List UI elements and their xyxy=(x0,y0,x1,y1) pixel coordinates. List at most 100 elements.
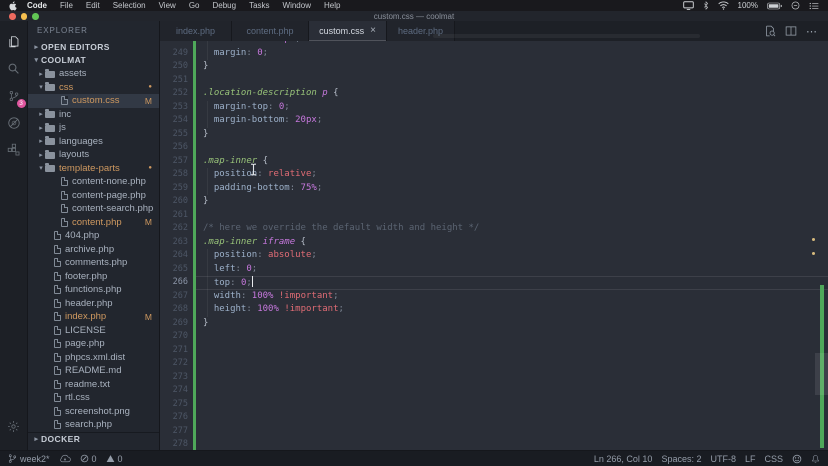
status-language-mode[interactable]: CSS xyxy=(764,454,783,464)
code-line[interactable]: 276 xyxy=(160,411,828,425)
tab-bar-scrollbar[interactable] xyxy=(433,34,700,38)
code-line[interactable]: 252.location-description p { xyxy=(160,87,828,101)
menu-window[interactable]: Window xyxy=(283,1,311,10)
code-line[interactable]: 257.map-inner { xyxy=(160,155,828,169)
tree-folder-layouts[interactable]: ▸layouts xyxy=(28,148,159,162)
code-line[interactable]: 272 xyxy=(160,357,828,371)
code-line[interactable]: 260} xyxy=(160,195,828,209)
tree-file-phpcs.xml.dist[interactable]: phpcs.xml.dist xyxy=(28,351,159,365)
tree-file-content.php[interactable]: content.phpM xyxy=(28,216,159,230)
tree-folder-css[interactable]: ▾css● xyxy=(28,81,159,95)
status-errors[interactable]: 0 xyxy=(80,454,97,464)
line-number[interactable]: 251 xyxy=(160,74,188,88)
split-editor-icon[interactable] xyxy=(785,25,797,37)
menu-help[interactable]: Help xyxy=(324,1,340,10)
status-sync[interactable] xyxy=(59,454,71,463)
line-number[interactable]: 268 xyxy=(160,303,188,317)
tree-file-functions.php[interactable]: functions.php xyxy=(28,283,159,297)
status-indentation[interactable]: Spaces: 2 xyxy=(661,454,701,464)
menu-debug[interactable]: Debug xyxy=(212,1,236,10)
line-number[interactable]: 274 xyxy=(160,384,188,398)
status-encoding[interactable]: UTF-8 xyxy=(710,454,736,464)
editor-scrollbar[interactable] xyxy=(815,353,828,395)
status-cursor-position[interactable]: Ln 266, Col 10 xyxy=(594,454,653,464)
zoom-window-button[interactable] xyxy=(32,13,39,20)
tree-folder-assets[interactable]: ▸assets xyxy=(28,67,159,81)
code-line[interactable]: 261 xyxy=(160,209,828,223)
line-number[interactable]: 273 xyxy=(160,371,188,385)
tab-index.php[interactable]: index.php xyxy=(160,21,232,41)
line-number[interactable]: 278 xyxy=(160,438,188,450)
tree-file-header.php[interactable]: header.php xyxy=(28,297,159,311)
line-number[interactable]: 266 xyxy=(160,276,188,290)
menu-view[interactable]: View xyxy=(159,1,176,10)
wifi-icon[interactable] xyxy=(718,1,729,10)
tree-file-content-none.php[interactable]: content-none.php xyxy=(28,175,159,189)
tree-folder-template-parts[interactable]: ▾template-parts● xyxy=(28,162,159,176)
line-number[interactable]: 250 xyxy=(160,60,188,74)
line-number[interactable]: 262 xyxy=(160,222,188,236)
code-line[interactable]: 275 xyxy=(160,398,828,412)
sidebar-section-coolmat[interactable]: ▾COOLMAT xyxy=(28,54,159,68)
code-line[interactable]: 271 xyxy=(160,344,828,358)
tree-file-comments.php[interactable]: comments.php xyxy=(28,256,159,270)
tree-folder-languages[interactable]: ▸languages xyxy=(28,135,159,149)
activity-source-control-icon[interactable]: 3 xyxy=(0,82,28,109)
code-line[interactable]: 278 xyxy=(160,438,828,450)
code-line[interactable]: 255} xyxy=(160,128,828,142)
tree-folder-js[interactable]: ▸js xyxy=(28,121,159,135)
line-number[interactable]: 256 xyxy=(160,141,188,155)
status-feedback[interactable] xyxy=(792,454,802,464)
line-number[interactable]: 276 xyxy=(160,411,188,425)
line-number[interactable]: 255 xyxy=(160,128,188,142)
line-number[interactable]: 261 xyxy=(160,209,188,223)
code-line[interactable]: 249 margin: 0; xyxy=(160,47,828,61)
line-number[interactable]: 264 xyxy=(160,249,188,263)
status-git-branch[interactable]: week2* xyxy=(8,453,50,464)
tab-custom.css[interactable]: custom.css× xyxy=(309,21,387,41)
activity-search-icon[interactable] xyxy=(0,55,28,82)
code-line[interactable]: 256 xyxy=(160,141,828,155)
code-line[interactable]: 265 left: 0; xyxy=(160,263,828,277)
tree-file-content-page.php[interactable]: content-page.php xyxy=(28,189,159,203)
menu-tasks[interactable]: Tasks xyxy=(249,1,269,10)
code-line[interactable]: 263.map-inner iframe { xyxy=(160,236,828,250)
code-line[interactable]: 250} xyxy=(160,60,828,74)
tree-file-license[interactable]: LICENSE xyxy=(28,324,159,338)
tree-file-rtl.css[interactable]: rtl.css xyxy=(28,391,159,405)
menu-file[interactable]: File xyxy=(60,1,73,10)
code-line[interactable]: 267 width: 100% !important; xyxy=(160,290,828,304)
tree-file-custom.css[interactable]: custom.cssM xyxy=(28,94,159,108)
tree-file-page.php[interactable]: page.php xyxy=(28,337,159,351)
line-number[interactable]: 269 xyxy=(160,317,188,331)
line-number[interactable]: 253 xyxy=(160,101,188,115)
tree-folder-inc[interactable]: ▸inc xyxy=(28,108,159,122)
more-actions-icon[interactable]: ⋯ xyxy=(806,25,818,38)
line-number[interactable]: 258 xyxy=(160,168,188,182)
activity-explorer-icon[interactable] xyxy=(0,28,28,55)
tree-file-404.php[interactable]: 404.php xyxy=(28,229,159,243)
line-number[interactable]: 249 xyxy=(160,47,188,61)
line-number[interactable]: 267 xyxy=(160,290,188,304)
code-line[interactable]: 264 position: absolute; xyxy=(160,249,828,263)
sidebar-section-docker[interactable]: ▸DOCKER xyxy=(28,432,159,446)
code-line[interactable]: 258 position: relative; xyxy=(160,168,828,182)
line-number[interactable]: 254 xyxy=(160,114,188,128)
line-number[interactable]: 259 xyxy=(160,182,188,196)
code-line[interactable]: 268 height: 100% !important; xyxy=(160,303,828,317)
tree-file-archive.php[interactable]: archive.php xyxy=(28,243,159,257)
tree-file-readme.md[interactable]: README.md xyxy=(28,364,159,378)
menu-edit[interactable]: Edit xyxy=(86,1,100,10)
bluetooth-icon[interactable] xyxy=(703,1,709,10)
line-number[interactable]: 263 xyxy=(160,236,188,250)
battery-level[interactable]: 100% xyxy=(738,1,758,10)
minimize-window-button[interactable] xyxy=(21,13,28,20)
status-eol[interactable]: LF xyxy=(745,454,756,464)
status-notifications[interactable] xyxy=(811,454,820,464)
line-number[interactable]: 260 xyxy=(160,195,188,209)
line-number[interactable]: 271 xyxy=(160,344,188,358)
tree-file-content-search.php[interactable]: content-search.php xyxy=(28,202,159,216)
line-number[interactable]: 265 xyxy=(160,263,188,277)
menu-code[interactable]: Code xyxy=(27,1,47,10)
line-number[interactable]: 252 xyxy=(160,87,188,101)
